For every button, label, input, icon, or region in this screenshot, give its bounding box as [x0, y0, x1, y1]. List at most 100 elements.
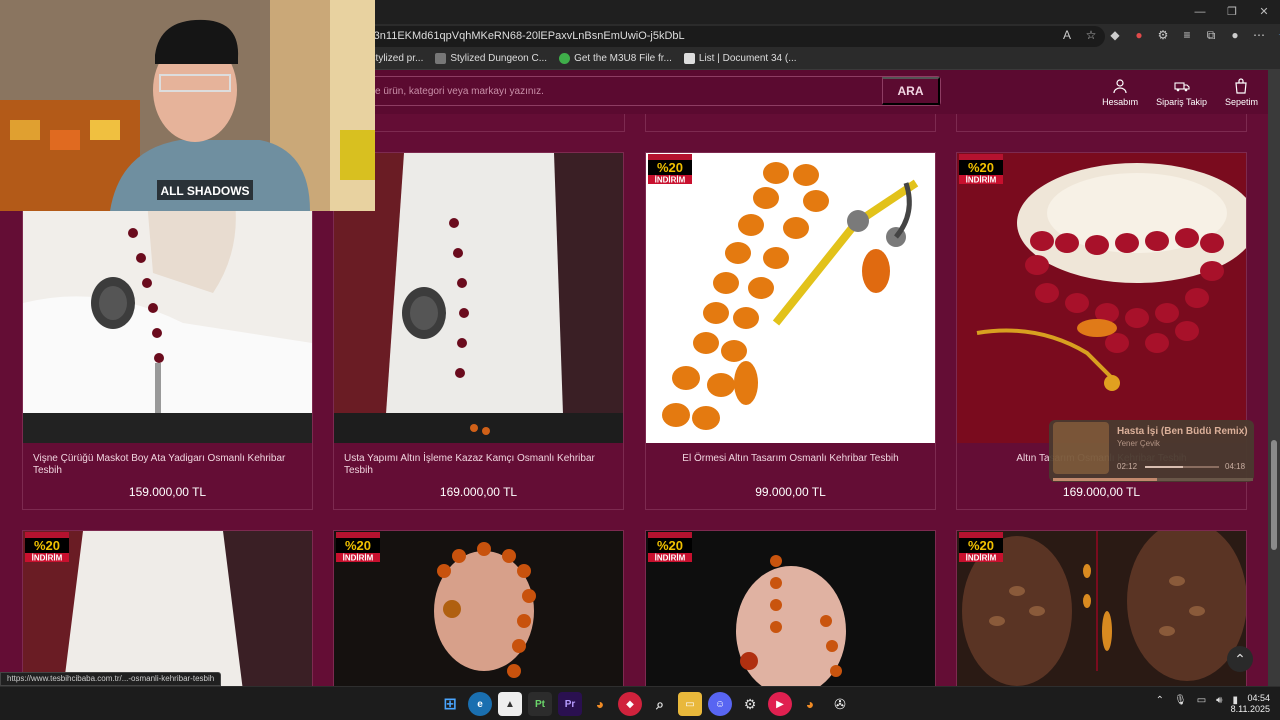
- read-aloud-icon[interactable]: A: [1060, 28, 1074, 42]
- product-price: 99.000,00 TL: [755, 485, 826, 499]
- media-player-icon[interactable]: ▶: [768, 692, 792, 716]
- track-seek-bar[interactable]: [1145, 466, 1219, 468]
- blender-icon[interactable]: ◕: [588, 692, 612, 716]
- product-card[interactable]: El Örmesi Altın Tasarım Osmanlı Kehribar…: [645, 152, 936, 510]
- scrollbar-thumb[interactable]: [1271, 440, 1277, 550]
- taskbar-clock[interactable]: 04:54 8.11.2025: [1231, 693, 1270, 715]
- order-tracking-label: Sipariş Takip: [1156, 97, 1207, 107]
- product-title[interactable]: El Örmesi Altın Tasarım Osmanlı Kehribar…: [656, 453, 925, 465]
- extension-icon[interactable]: ◆: [1108, 28, 1122, 42]
- svg-text:%20: %20: [968, 538, 994, 553]
- product-card[interactable]: Usta Yapımı Altın İşleme Kazaz Kamçı Osm…: [333, 152, 624, 510]
- browser-toolbar: A ☆ ◆ ● ⚙ ≡ ⧉ ● ⋯ ✦: [1060, 28, 1280, 42]
- product-card-edge: [645, 114, 936, 132]
- discount-badge: %20İNDİRİM: [959, 154, 1003, 185]
- elapsed-time: 02:12: [1117, 462, 1138, 471]
- bookmark-item[interactable]: Get the M3U8 File fr...: [559, 53, 672, 64]
- product-price: 159.000,00 TL: [128, 485, 207, 499]
- bookmark-item[interactable]: Stylized Dungeon C...: [435, 53, 547, 64]
- shopping-bag-icon: [1235, 78, 1248, 94]
- page-scrollbar[interactable]: [1268, 70, 1280, 686]
- search-app-icon[interactable]: ⌕: [648, 692, 672, 716]
- minimize-icon[interactable]: —: [1184, 0, 1216, 24]
- blender-icon-2[interactable]: ◕: [798, 692, 822, 716]
- album-art: [1053, 422, 1109, 474]
- product-price: 169.000,00 TL: [1062, 485, 1141, 499]
- image-app-icon[interactable]: ▲: [498, 692, 522, 716]
- bookmark-icon: [559, 53, 571, 64]
- discount-badge: %20İNDİRİM: [959, 532, 1003, 563]
- edge-browser-icon[interactable]: e: [468, 692, 492, 716]
- product-card-edge: [333, 114, 625, 132]
- bookmark-item[interactable]: List | Document 34 (...: [683, 53, 797, 64]
- search-input[interactable]: [361, 77, 881, 105]
- svg-text:İNDİRİM: İNDİRİM: [655, 176, 686, 185]
- start-windows-icon[interactable]: ⊞: [438, 692, 462, 716]
- cart-link[interactable]: Sepetim: [1225, 78, 1258, 107]
- clock-date: 8.11.2025: [1230, 704, 1270, 714]
- svg-text:İNDİRİM: İNDİRİM: [966, 176, 997, 185]
- discount-badge: %20İNDİRİM: [648, 154, 692, 185]
- search-button[interactable]: ARA: [882, 77, 940, 105]
- product-price: 169.000,00 TL: [439, 485, 518, 499]
- link-status-bar: https://www.tesbihciba​ba.com.tr/...-osm…: [0, 672, 222, 686]
- tray-chevron-icon[interactable]: ⌃: [1156, 695, 1164, 706]
- favorite-star-icon[interactable]: ☆: [1084, 28, 1098, 42]
- file-explorer-icon[interactable]: ▭: [678, 692, 702, 716]
- product-image[interactable]: [957, 153, 1246, 443]
- track-title: Hasta İşi (Ben Büdü Remix): [1117, 426, 1248, 437]
- svg-text:İNDİRİM: İNDİRİM: [966, 554, 997, 563]
- discount-badge: %20İNDİRİM: [25, 532, 69, 563]
- system-tray: ⌃ 🎙︎ ▭ 🔊︎ ▮: [1156, 695, 1238, 706]
- clock-time: 04:54: [1247, 693, 1270, 703]
- volume-icon[interactable]: 🔊︎: [1216, 695, 1222, 706]
- total-time: 04:18: [1225, 462, 1246, 471]
- premiere-icon[interactable]: Pr: [558, 692, 582, 716]
- window-controls: — ❐ ✕: [1184, 0, 1280, 24]
- product-image[interactable]: [334, 153, 623, 443]
- svg-text:İNDİRİM: İNDİRİM: [655, 554, 686, 563]
- product-card-edge: [956, 114, 1247, 132]
- discord-icon[interactable]: ☺: [708, 692, 732, 716]
- steam-icon[interactable]: ⚙: [738, 692, 762, 716]
- profile-avatar-icon[interactable]: ●: [1228, 28, 1242, 42]
- more-menu-icon[interactable]: ⋯: [1252, 28, 1266, 42]
- order-tracking-link[interactable]: Sipariş Takip: [1156, 78, 1207, 107]
- product-title[interactable]: Usta Yapımı Altın İşleme Kazaz Kamçı Osm…: [344, 453, 613, 477]
- copilot-icon[interactable]: ✦: [1276, 28, 1280, 42]
- svg-text:%20: %20: [345, 538, 371, 553]
- extension-badge-icon[interactable]: ●: [1132, 28, 1146, 42]
- taskbar-apps: ⊞ e ▲ Pt Pr ◕ ◆ ⌕ ▭ ☺ ⚙ ▶ ◕ ✇: [438, 692, 852, 716]
- cart-label: Sepetim: [1224, 97, 1258, 107]
- url-field[interactable]: r3n11EKMd61qpVqhMKeRN68-20lEPaxvLnBsnEmU…: [360, 26, 1105, 47]
- truck-icon: [1173, 82, 1190, 92]
- painter-icon[interactable]: Pt: [528, 692, 552, 716]
- network-icon[interactable]: ▭: [1197, 695, 1206, 706]
- progress-line: [1053, 478, 1253, 481]
- progress-fill: [1053, 478, 1157, 481]
- product-title[interactable]: Vişne Çürüğü Maskot Boy Ata Yadigarı Osm…: [33, 453, 302, 477]
- close-icon[interactable]: ✕: [1248, 0, 1280, 24]
- track-artist: Yener Çevik: [1117, 439, 1160, 448]
- music-player-widget[interactable]: Hasta İşi (Ben Büdü Remix) Yener Çevik 0…: [1049, 420, 1254, 482]
- header-links: Hesabım Sipariş Takip Sepetim: [1102, 78, 1258, 107]
- seek-fill: [1145, 466, 1184, 468]
- collections-icon[interactable]: ⧉: [1204, 28, 1218, 42]
- obs-icon[interactable]: ✇: [828, 692, 852, 716]
- webcam-overlay: ALL SHADOWS: [0, 0, 375, 211]
- maximize-icon[interactable]: ❐: [1216, 0, 1248, 24]
- favorites-icon[interactable]: ≡: [1180, 28, 1194, 42]
- microphone-icon[interactable]: 🎙︎: [1174, 695, 1187, 706]
- user-icon: [1113, 79, 1127, 94]
- account-link[interactable]: Hesabım: [1102, 78, 1138, 107]
- discount-badge: %20İNDİRİM: [648, 532, 692, 563]
- svg-text:İNDİRİM: İNDİRİM: [32, 554, 63, 563]
- svg-text:%20: %20: [968, 160, 994, 175]
- extensions-puzzle-icon[interactable]: ⚙: [1156, 28, 1170, 42]
- svg-text:%20: %20: [657, 538, 683, 553]
- product-image[interactable]: [646, 153, 935, 443]
- bookmark-icon: [683, 53, 695, 64]
- windows-taskbar: ⊞ e ▲ Pt Pr ◕ ◆ ⌕ ▭ ☺ ⚙ ▶ ◕ ✇ ⌃ 🎙︎ ▭ 🔊︎ …: [0, 686, 1280, 720]
- red-app-icon[interactable]: ◆: [618, 692, 642, 716]
- back-to-top-button[interactable]: ⌃: [1227, 646, 1253, 672]
